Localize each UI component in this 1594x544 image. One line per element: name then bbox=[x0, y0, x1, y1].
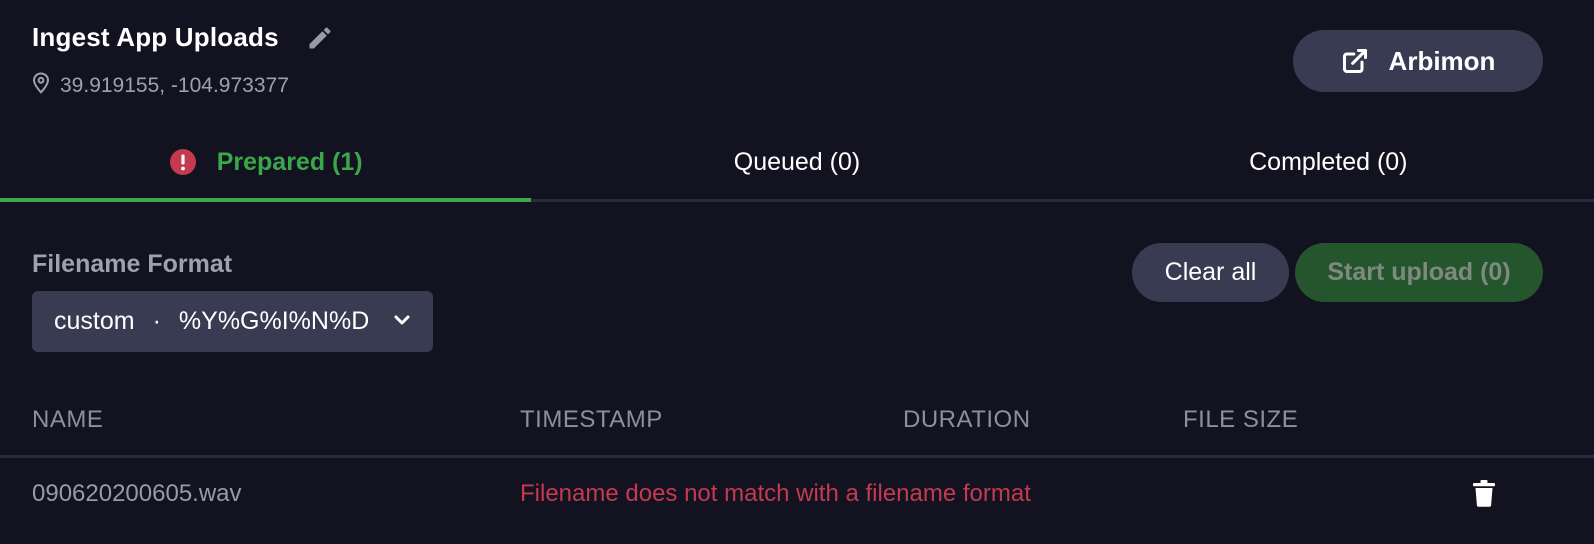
ingest-app-page: Ingest App Uploads 39.919155, -104.97337… bbox=[0, 0, 1594, 544]
format-separator: · bbox=[152, 307, 161, 335]
tab-completed[interactable]: Completed (0) bbox=[1062, 140, 1594, 202]
tab-queued[interactable]: Queued (0) bbox=[531, 140, 1063, 202]
tab-queued-label: Queued (0) bbox=[733, 148, 861, 176]
chevron-down-icon bbox=[391, 309, 413, 331]
clear-all-button[interactable]: Clear all bbox=[1132, 243, 1289, 302]
external-link-icon bbox=[1341, 47, 1369, 75]
title-row: Ingest App Uploads bbox=[32, 22, 335, 53]
table-header-divider bbox=[0, 455, 1594, 458]
arbimon-label: Arbimon bbox=[1388, 45, 1496, 76]
location-pin-icon bbox=[32, 72, 50, 99]
format-pattern: %Y%G%I%N%D bbox=[178, 307, 370, 335]
start-upload-button[interactable]: Start upload (0) bbox=[1295, 243, 1543, 302]
row-error-message: Filename does not match with a filename … bbox=[520, 480, 1031, 507]
coordinates-text: 39.919155, -104.973377 bbox=[60, 73, 289, 97]
row-file-name: 090620200605.wav bbox=[32, 480, 242, 507]
column-header-file-size: FILE SIZE bbox=[1183, 406, 1299, 433]
column-header-timestamp: TIMESTAMP bbox=[520, 406, 663, 433]
error-icon bbox=[169, 148, 197, 176]
upload-tabs: Prepared (1) Queued (0) Completed (0) bbox=[0, 140, 1594, 202]
tab-prepared[interactable]: Prepared (1) bbox=[0, 140, 532, 202]
column-header-duration: DURATION bbox=[903, 406, 1031, 433]
filename-format-select[interactable]: custom · %Y%G%I%N%D bbox=[32, 291, 433, 352]
tab-prepared-label: Prepared (1) bbox=[216, 147, 363, 176]
location-row: 39.919155, -104.973377 bbox=[32, 72, 289, 99]
arbimon-button[interactable]: Arbimon bbox=[1293, 30, 1543, 92]
page-title: Ingest App Uploads bbox=[32, 22, 279, 52]
tab-completed-label: Completed (0) bbox=[1249, 148, 1408, 176]
trash-icon[interactable] bbox=[1470, 478, 1498, 508]
format-type: custom bbox=[54, 307, 135, 335]
filename-format-label: Filename Format bbox=[32, 250, 233, 278]
edit-pencil-icon[interactable] bbox=[305, 23, 335, 53]
column-header-name: NAME bbox=[32, 406, 104, 433]
